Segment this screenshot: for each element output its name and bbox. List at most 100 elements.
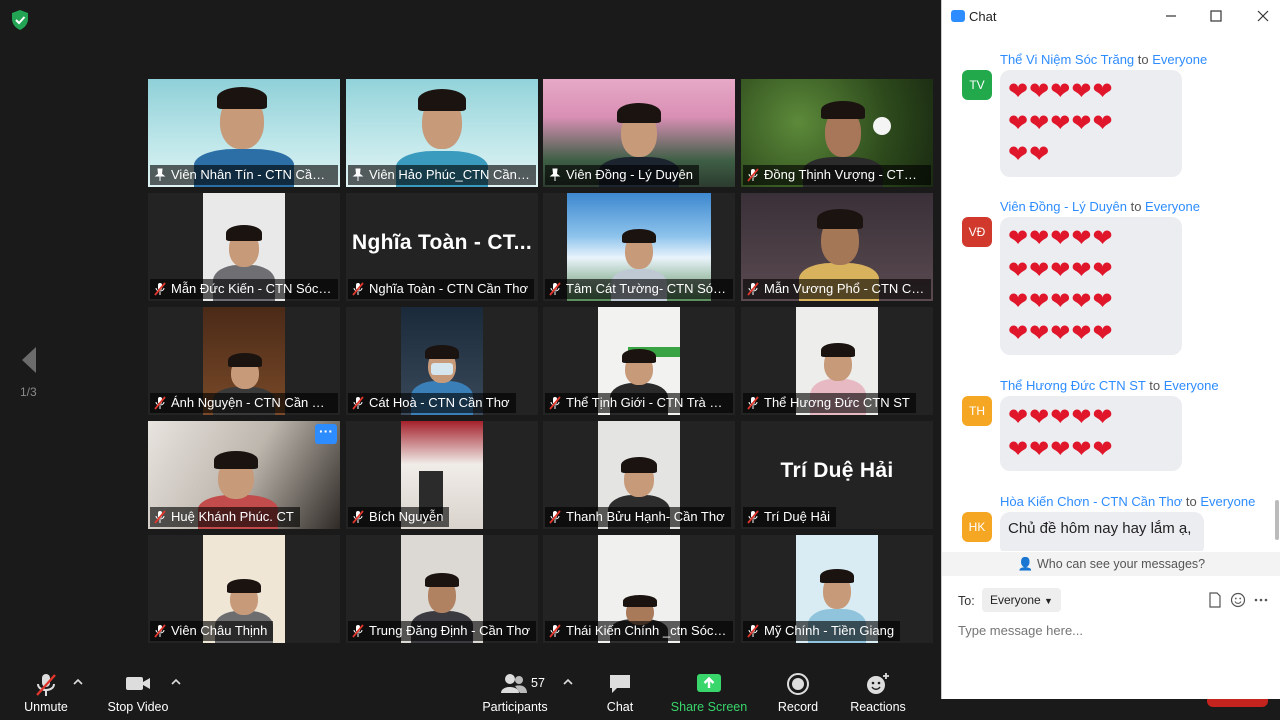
audio-options-caret-icon[interactable]	[72, 677, 84, 687]
sender-name[interactable]: Thể Hương Đức CTN ST	[1000, 378, 1146, 393]
message-bubble: ❤❤❤❤❤ ❤❤❤❤❤ ❤❤	[1000, 70, 1182, 177]
video-tile[interactable]: Tâm Cát Tường- CTN Sóc Tr...	[543, 193, 735, 301]
recipient-name[interactable]: Everyone	[1152, 52, 1207, 67]
participants-button[interactable]: Participants	[478, 660, 552, 720]
video-tile[interactable]: Thể Hương Đức CTN ST	[741, 307, 933, 415]
video-tile[interactable]: Mẫn Vương Phổ - CTN Cần ...	[741, 193, 933, 301]
video-tile[interactable]: Thể Tịnh Giới - CTN Trà Vinh	[543, 307, 735, 415]
video-tile[interactable]: Thanh Bửu Hạnh- Cần Thơ	[543, 421, 735, 529]
recipient-name[interactable]: Everyone	[1200, 494, 1255, 509]
video-tile[interactable]: Cát Hoà - CTN Cần Thơ	[346, 307, 538, 415]
minimize-icon[interactable]	[1161, 6, 1181, 26]
stop-video-button[interactable]: Stop Video	[104, 660, 172, 720]
chat-title-bar: Chat	[942, 0, 1280, 32]
participants-icon	[501, 674, 527, 693]
avatar: HK	[962, 512, 992, 542]
video-tile[interactable]: Trung Đăng Định - Cần Thơ	[346, 535, 538, 643]
more-icon[interactable]	[1253, 592, 1269, 608]
message-header: Hòa Kiến Chơn - CTN Cần Thơ to Everyone	[1000, 494, 1256, 509]
close-icon[interactable]	[1253, 6, 1273, 26]
participant-display-name: Trí Duệ Hải	[780, 459, 894, 482]
record-button[interactable]: Record	[770, 660, 826, 720]
message-bubble: ❤❤❤❤❤ ❤❤❤❤❤	[1000, 396, 1182, 471]
previous-page-arrow-icon[interactable]	[18, 345, 40, 375]
video-tile[interactable]: Ánh Nguyện - CTN Cần Thơ	[148, 307, 340, 415]
muted-mic-icon	[747, 624, 759, 638]
emoji-icon[interactable]	[1230, 592, 1246, 608]
video-tile[interactable]: Mẫn Đức Kiến - CTN Sóc Tră...	[148, 193, 340, 301]
video-tile[interactable]: ··· Huệ Khánh Phúc. CT	[148, 421, 340, 529]
unmute-button[interactable]: Unmute	[14, 660, 78, 720]
participant-nameplate: Trung Đăng Định - Cần Thơ	[348, 621, 536, 641]
participant-nameplate: Mẫn Đức Kiến - CTN Sóc Tră...	[150, 279, 338, 299]
recipient-name[interactable]: Everyone	[1164, 378, 1219, 393]
video-tile[interactable]: Mỹ Chính - Tiền Giang	[741, 535, 933, 643]
leave-button-edge[interactable]	[1207, 699, 1268, 707]
participant-nameplate: Ánh Nguyện - CTN Cần Thơ	[150, 393, 338, 413]
participant-nameplate: Trí Duệ Hải	[743, 507, 836, 527]
muted-mic-icon	[154, 396, 166, 410]
message-bubble: Chủ đề hôm nay hay lắm ạ,	[1000, 512, 1204, 551]
hearts-line: ❤❤❤❤❤	[1008, 109, 1114, 137]
chat-button[interactable]: Chat	[594, 660, 646, 720]
hearts-line: ❤❤❤❤❤	[1008, 288, 1114, 315]
muted-mic-icon	[549, 510, 561, 524]
participant-nameplate: Viên Hảo Phúc_CTN Cần Thơ	[348, 165, 536, 185]
video-tile[interactable]: Viên Hảo Phúc_CTN Cần Thơ	[346, 79, 538, 187]
hearts-line: ❤❤❤❤❤	[1008, 319, 1114, 347]
message-header: Viên Đồng - Lý Duyên to Everyone	[1000, 199, 1200, 214]
share-screen-icon	[697, 674, 721, 692]
to-label: To:	[958, 594, 975, 608]
chevron-down-icon: ▼	[1044, 596, 1053, 606]
file-icon[interactable]	[1207, 592, 1223, 608]
video-tile[interactable]: Trí Duệ Hải Trí Duệ Hải	[741, 421, 933, 529]
chat-scrollbar[interactable]	[1275, 500, 1279, 540]
chat-panel: Chat TV Thể Vi Niệm Sóc Trăng to Everyon…	[941, 0, 1280, 699]
participant-nameplate: Thái Kiến Chính _ctn Sóc Tră...	[545, 621, 733, 641]
muted-mic-icon	[154, 282, 166, 296]
chat-message-list[interactable]: TV Thể Vi Niệm Sóc Trăng to Everyone ❤❤❤…	[942, 36, 1280, 551]
security-shield-icon[interactable]	[10, 9, 30, 31]
participant-nameplate: Bích Nguyễn	[348, 507, 450, 527]
participants-options-caret-icon[interactable]	[562, 677, 574, 687]
chat-message-input[interactable]	[958, 620, 1258, 640]
participant-nameplate: Thể Tịnh Giới - CTN Trà Vinh	[545, 393, 733, 413]
who-can-see-link[interactable]: 👤 Who can see your messages?	[942, 552, 1280, 576]
muted-mic-icon	[154, 624, 166, 638]
participant-nameplate: Viên Đồng - Lý Duyên	[545, 165, 699, 185]
sender-name[interactable]: Thể Vi Niệm Sóc Trăng	[1000, 52, 1134, 67]
message-text: Chủ đề hôm nay hay lắm ạ,	[1008, 520, 1192, 537]
muted-mic-icon	[352, 282, 364, 296]
muted-mic-icon	[352, 624, 364, 638]
hearts-line: ❤❤❤❤❤	[1008, 78, 1114, 105]
video-tile[interactable]: Nghĩa Toàn - CT... Nghĩa Toàn - CTN Cần …	[346, 193, 538, 301]
video-tile[interactable]: Đồng Thịnh Vượng - CTN C...	[741, 79, 933, 187]
muted-mic-icon	[549, 282, 561, 296]
smiley-plus-icon	[867, 673, 889, 694]
sender-name[interactable]: Viên Đồng - Lý Duyên	[1000, 199, 1127, 214]
page-indicator: 1/3	[20, 385, 37, 399]
participant-display-name: Nghĩa Toàn - CT...	[351, 231, 532, 254]
participant-nameplate: Nghĩa Toàn - CTN Cần Thơ	[348, 279, 535, 299]
video-tile[interactable]: Viên Nhân Tín - CTN Cần Thơ	[148, 79, 340, 187]
reactions-button[interactable]: Reactions	[846, 660, 910, 720]
sender-name[interactable]: Hòa Kiến Chơn - CTN Cần Thơ	[1000, 494, 1182, 509]
video-tile-active-speaker[interactable]: Viên Đồng - Lý Duyên	[543, 79, 735, 187]
video-options-caret-icon[interactable]	[170, 677, 182, 687]
video-tile[interactable]: Thái Kiến Chính _ctn Sóc Tră...	[543, 535, 735, 643]
video-tile[interactable]: Bích Nguyễn	[346, 421, 538, 529]
participant-nameplate: Đồng Thịnh Vượng - CTN C...	[743, 165, 931, 185]
message-header: Thể Hương Đức CTN ST to Everyone	[1000, 378, 1219, 393]
zoom-meeting-window: Viên Nhân Tín - CTN Cần Thơ Viên Hảo Phú…	[0, 0, 1280, 720]
maximize-icon[interactable]	[1206, 6, 1226, 26]
recipient-select[interactable]: Everyone ▼	[982, 588, 1061, 612]
share-screen-button[interactable]: Share Screen	[668, 660, 750, 720]
more-options-button[interactable]: ···	[315, 424, 337, 444]
message-header: Thể Vi Niệm Sóc Trăng to Everyone	[1000, 52, 1208, 67]
participant-nameplate: Viên Nhân Tín - CTN Cần Thơ	[150, 165, 338, 185]
recipient-name[interactable]: Everyone	[1145, 199, 1200, 214]
video-tile[interactable]: Viên Châu Thịnh	[148, 535, 340, 643]
zoom-logo-icon	[951, 10, 965, 22]
meeting-toolbar: Unmute Stop Video Participants 57 Chat S…	[0, 660, 940, 720]
muted-mic-icon	[549, 624, 561, 638]
